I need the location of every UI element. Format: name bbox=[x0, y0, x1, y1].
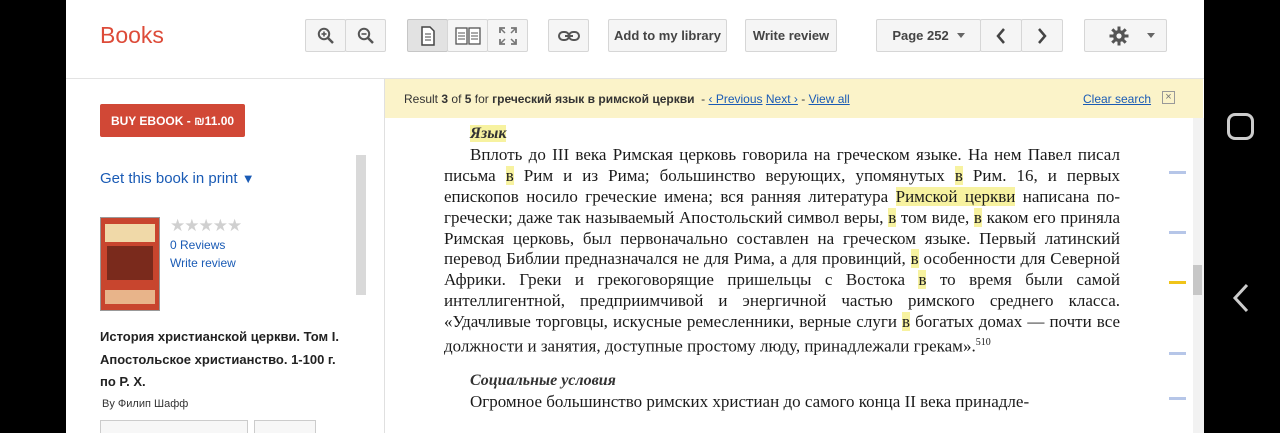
zoom-out-icon bbox=[357, 27, 374, 44]
search-term-highlight: в bbox=[902, 312, 911, 332]
search-term-highlight: в bbox=[910, 249, 919, 269]
star-rating[interactable]: ★★★★★ bbox=[170, 216, 242, 236]
buy-ebook-button[interactable]: BUY EBOOK - ₪11.00 bbox=[100, 104, 245, 137]
paragraph-text-run: том виде, bbox=[896, 207, 974, 227]
back-chevron-svg bbox=[1232, 283, 1249, 313]
search-term-highlight: Римской церкви bbox=[895, 186, 1016, 206]
chevron-down-icon bbox=[956, 33, 965, 38]
write-review-link[interactable]: Write review bbox=[170, 256, 236, 270]
search-term-highlight: в bbox=[505, 165, 514, 185]
cover-footer-band bbox=[105, 290, 155, 304]
next-result-link[interactable]: Next › bbox=[766, 92, 798, 106]
cover-title-band bbox=[105, 224, 155, 242]
book-page-viewer[interactable]: Язык Вплоть до III века Римская церковь … bbox=[385, 118, 1193, 433]
search-hit-marker[interactable] bbox=[1169, 171, 1186, 174]
result-current: 3 bbox=[441, 92, 449, 106]
next-page-button[interactable] bbox=[1021, 19, 1063, 52]
books-logo[interactable]: Books bbox=[100, 22, 164, 49]
search-result-bar: Result 3 of 5 for греческий язык в римск… bbox=[385, 79, 1203, 119]
two-page-view-button[interactable] bbox=[447, 19, 488, 52]
chevron-left-icon bbox=[996, 27, 1005, 44]
write-review-button[interactable]: Write review bbox=[745, 19, 837, 52]
page-select-dropdown[interactable]: Page 252 bbox=[876, 19, 981, 52]
reviews-count-link[interactable]: 0 Reviews bbox=[170, 238, 225, 252]
gear-icon bbox=[1109, 26, 1129, 45]
device-frame: Books Add to my library Write review Pag… bbox=[0, 0, 1280, 433]
view-all-link[interactable]: View all bbox=[809, 92, 850, 106]
recent-apps-icon[interactable] bbox=[1227, 113, 1254, 140]
result-of: of bbox=[451, 92, 462, 106]
fullscreen-icon bbox=[498, 26, 517, 45]
search-hit-marker[interactable] bbox=[1169, 231, 1186, 234]
section-heading-2: Социальные условия bbox=[470, 371, 616, 389]
search-hit-marker[interactable] bbox=[1169, 352, 1186, 355]
page-scrollbar-thumb[interactable] bbox=[1193, 265, 1202, 295]
close-icon[interactable]: × bbox=[1162, 91, 1175, 104]
single-page-view-button[interactable] bbox=[407, 19, 448, 52]
settings-button[interactable] bbox=[1084, 19, 1167, 52]
sidebar-bottom-button-2[interactable] bbox=[254, 420, 316, 433]
previous-result-link[interactable]: ‹ Previous bbox=[709, 92, 763, 106]
sidebar-bottom-button[interactable] bbox=[100, 420, 248, 433]
sidebar-scrollbar[interactable] bbox=[356, 155, 366, 295]
heading-highlight: Язык bbox=[470, 125, 507, 142]
book-title: История христианской церкви. Том I. Апос… bbox=[100, 329, 340, 389]
search-term-highlight: в bbox=[954, 165, 963, 185]
android-nav-bar bbox=[1204, 0, 1280, 433]
current-search-hit-marker[interactable] bbox=[1169, 281, 1186, 284]
search-hit-marker[interactable] bbox=[1169, 397, 1186, 400]
cover-illustration bbox=[107, 246, 153, 280]
zoom-in-button[interactable] bbox=[305, 19, 346, 52]
fullscreen-button[interactable] bbox=[487, 19, 528, 52]
page-paragraph: Вплоть до III века Римская церковь говор… bbox=[444, 145, 1120, 358]
footnote-reference[interactable]: 510 bbox=[976, 337, 991, 348]
single-page-icon bbox=[420, 25, 435, 46]
zoom-out-button[interactable] bbox=[345, 19, 386, 52]
search-term-highlight: в bbox=[973, 207, 982, 227]
book-author: By Филип Шафф bbox=[102, 398, 188, 410]
link-icon bbox=[557, 30, 580, 41]
result-prefix: Result bbox=[404, 92, 439, 106]
chevron-right-icon bbox=[1038, 27, 1047, 44]
result-total: 5 bbox=[464, 92, 472, 106]
result-separator-2: - bbox=[801, 92, 806, 106]
zoom-in-icon bbox=[317, 27, 334, 44]
get-print-label: Get this book in print bbox=[100, 170, 238, 187]
author-name-link[interactable]: Филип Шафф bbox=[118, 398, 188, 410]
page-text: Язык Вплоть до III века Римская церковь … bbox=[444, 124, 1120, 412]
add-to-library-button[interactable]: Add to my library bbox=[608, 19, 727, 52]
get-book-in-print-link[interactable]: Get this book in print ▼ bbox=[100, 170, 255, 187]
link-button[interactable] bbox=[548, 19, 589, 52]
result-for: for bbox=[474, 92, 489, 106]
result-separator: - bbox=[701, 92, 706, 106]
back-icon[interactable] bbox=[1232, 283, 1252, 318]
browser-screen: Books Add to my library Write review Pag… bbox=[0, 0, 1204, 433]
book-cover-thumbnail[interactable] bbox=[100, 217, 160, 311]
chevron-down-icon bbox=[1147, 33, 1155, 38]
search-result-text: Result 3 of 5 for греческий язык в римск… bbox=[404, 92, 850, 106]
caret-down-icon: ▼ bbox=[241, 171, 255, 186]
two-page-icon bbox=[454, 26, 481, 45]
author-prefix: By bbox=[102, 398, 115, 410]
paragraph-text-run: Рим и из Рима; большинство верующих, упо… bbox=[513, 165, 955, 185]
previous-page-button[interactable] bbox=[980, 19, 1022, 52]
device-left-bezel bbox=[0, 0, 66, 433]
page-select-label: Page 252 bbox=[892, 28, 949, 43]
clear-search-link[interactable]: Clear search bbox=[1083, 92, 1151, 106]
search-query: греческий язык в римской церкви bbox=[492, 92, 695, 106]
page-paragraph-2: Огромное большинство римских христиан до… bbox=[470, 391, 1030, 411]
section-heading: Язык bbox=[470, 124, 1120, 145]
